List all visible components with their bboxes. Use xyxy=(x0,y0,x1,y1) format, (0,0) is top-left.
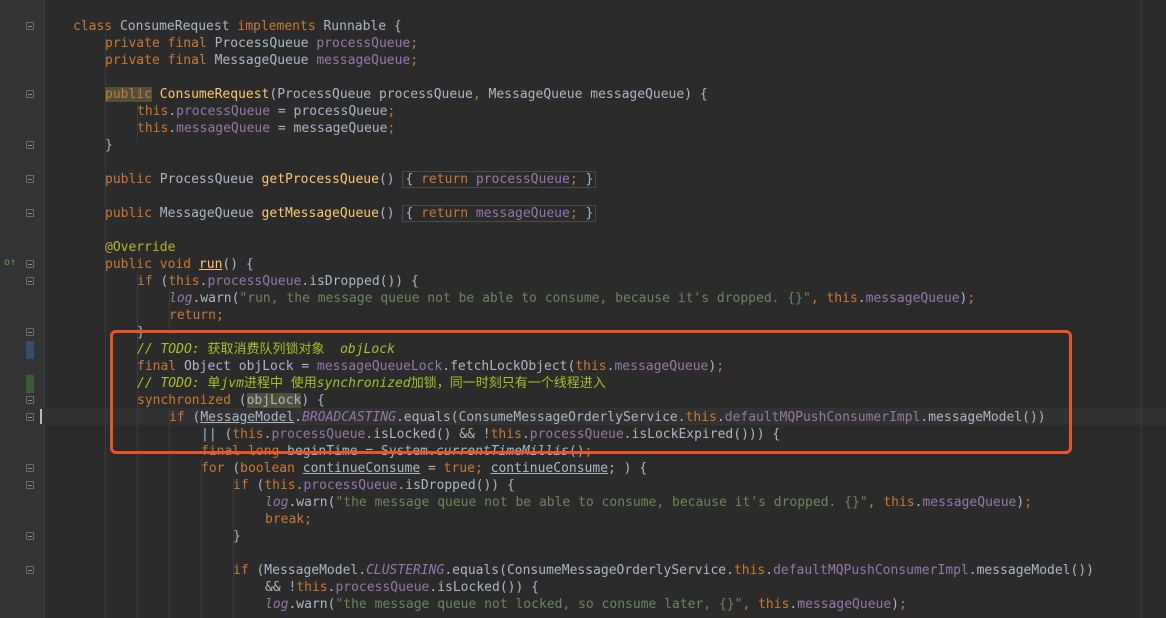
code-line: for (boolean continueConsume = true; con… xyxy=(201,461,648,476)
text-caret xyxy=(40,409,42,424)
fold-minus-icon[interactable] xyxy=(26,141,34,149)
folded-method-body[interactable]: { return messageQueue; } xyxy=(402,205,597,222)
fold-minus-icon[interactable] xyxy=(26,413,34,421)
code-line: public ConsumeRequest(ProcessQueue proce… xyxy=(105,87,708,102)
code-editor[interactable]: class ConsumeRequest implements Runnable… xyxy=(40,0,1166,618)
fold-plus-icon[interactable] xyxy=(26,209,34,217)
code-line: log.warn("the message queue not be able … xyxy=(265,495,1033,510)
code-line: } xyxy=(233,529,241,544)
fold-minus-icon[interactable] xyxy=(26,328,34,336)
fold-minus-icon[interactable] xyxy=(26,566,34,574)
code-line: log.warn("run, the message queue not be … xyxy=(169,291,976,306)
folded-method-body[interactable]: { return processQueue; } xyxy=(402,171,597,188)
editor-gutter: o↑ xyxy=(0,0,45,618)
indent-guide xyxy=(201,459,202,618)
fold-plus-icon[interactable] xyxy=(26,175,34,183)
annotation-highlight-box xyxy=(110,330,1072,454)
code-line: return; xyxy=(169,308,224,323)
code-line: private final MessageQueue messageQueue; xyxy=(105,53,419,68)
code-line: break; xyxy=(265,512,312,527)
vcs-change-marker[interactable] xyxy=(26,375,34,393)
fold-minus-icon[interactable] xyxy=(26,464,34,472)
code-line: public ProcessQueue getProcessQueue() { … xyxy=(105,171,597,188)
fold-minus-icon[interactable] xyxy=(26,481,34,489)
fold-minus-icon[interactable] xyxy=(26,260,34,268)
right-margin-guide xyxy=(1141,0,1142,618)
indent-guide xyxy=(233,476,234,618)
code-line: if (this.processQueue.isDropped()) { xyxy=(137,274,419,289)
fold-minus-icon[interactable] xyxy=(26,277,34,285)
fold-minus-icon[interactable] xyxy=(26,90,34,98)
code-line: } xyxy=(105,138,113,153)
code-line: this.messageQueue = messageQueue; xyxy=(137,121,396,136)
fold-minus-icon[interactable] xyxy=(26,532,34,540)
vcs-change-marker[interactable] xyxy=(26,341,34,359)
code-line: log.warn("the message queue not locked, … xyxy=(265,597,907,612)
fold-minus-icon[interactable] xyxy=(26,22,34,30)
code-line: if (MessageModel.CLUSTERING.equals(Consu… xyxy=(233,563,1094,578)
code-line: public MessageQueue getMessageQueue() { … xyxy=(105,205,597,222)
code-line: class ConsumeRequest implements Runnable… xyxy=(73,19,402,34)
code-line: private final ProcessQueue processQueue; xyxy=(105,36,419,51)
fold-minus-icon[interactable] xyxy=(26,396,34,404)
code-line: && !this.processQueue.isLocked()) { xyxy=(265,580,539,595)
code-line: if (this.processQueue.isDropped()) { xyxy=(233,478,515,493)
indent-guide xyxy=(105,34,106,618)
code-line: public void run() { xyxy=(105,257,254,272)
code-line: @Override xyxy=(105,240,176,255)
code-line: this.processQueue = processQueue; xyxy=(137,104,396,119)
override-up-arrow-icon[interactable]: o↑ xyxy=(4,257,16,268)
